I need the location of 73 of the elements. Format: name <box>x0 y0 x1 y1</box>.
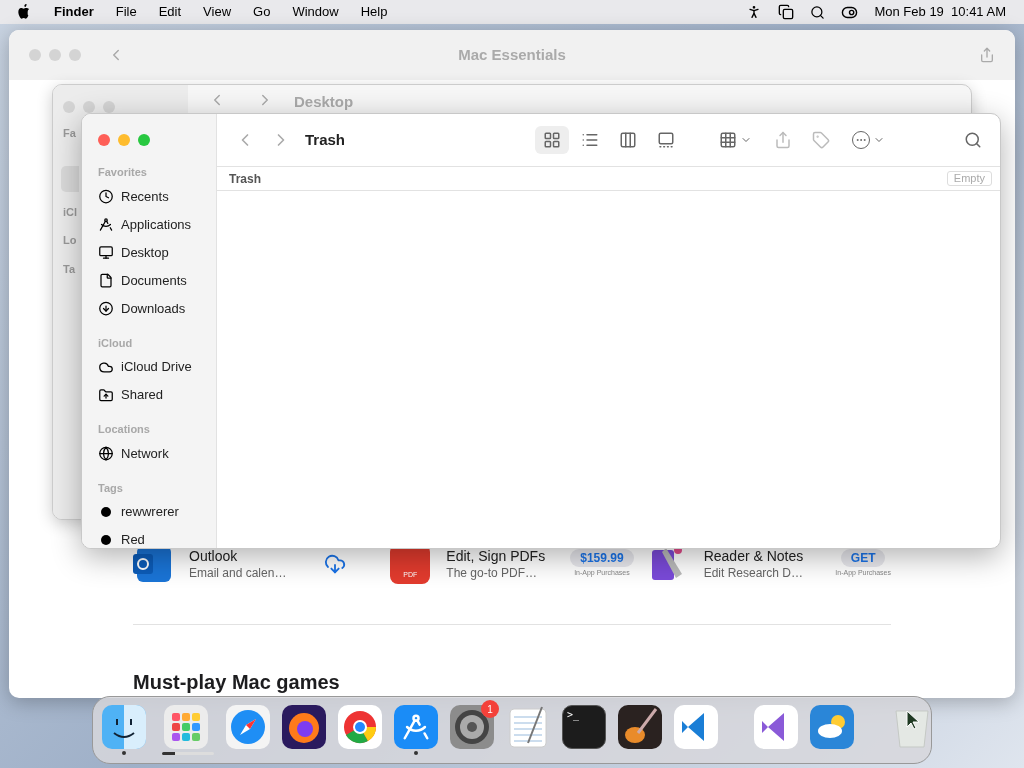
sidebar-heading: Fa <box>63 126 76 141</box>
sidebar-item[interactable]: Desktop <box>121 242 169 263</box>
grid-icon <box>543 131 562 149</box>
sidebar-item[interactable]: Network <box>121 443 169 464</box>
notification-badge: 1 <box>481 700 499 718</box>
sidebar-item[interactable]: iCloud Drive <box>121 357 192 377</box>
window-control[interactable] <box>98 134 110 146</box>
view-button[interactable] <box>535 126 570 154</box>
menu-item[interactable]: Window <box>292 2 339 22</box>
group-button[interactable] <box>719 131 753 149</box>
cloud-icon <box>98 359 114 375</box>
app-title[interactable]: Edit, Sign PDFs <box>446 547 546 565</box>
sidebar-heading: Tags <box>98 480 124 496</box>
drafting-icon[interactable] <box>394 705 438 749</box>
app-subtitle: Edit Research D… <box>703 565 804 581</box>
apple-logo-icon[interactable] <box>18 4 32 20</box>
download-icon[interactable] <box>324 553 347 575</box>
sidebar-heading: iCloud <box>98 335 134 351</box>
face-icon[interactable] <box>102 705 146 749</box>
path-label: Trash <box>229 170 261 188</box>
sidebar-item[interactable]: Recents <box>121 186 169 207</box>
wheel-icon[interactable] <box>338 705 382 749</box>
columns-icon <box>619 131 638 149</box>
window-title: Mac Essentials <box>457 44 567 65</box>
gear-icon[interactable] <box>450 705 494 749</box>
terminal-icon[interactable]: >_ <box>562 705 606 749</box>
window-title: Desktop <box>294 92 354 112</box>
notepad-icon[interactable] <box>506 705 550 749</box>
sidebar-item[interactable]: rewwrerer <box>121 502 179 522</box>
sidebar-item[interactable]: Red <box>121 530 145 548</box>
ribbon-icon[interactable] <box>674 705 718 749</box>
search-icon[interactable] <box>810 4 826 20</box>
sidebar-item[interactable]: Documents <box>121 270 187 291</box>
app-title[interactable]: Outlook <box>189 547 287 565</box>
sidebar-heading: Locations <box>98 422 151 437</box>
globe-icon <box>98 446 114 461</box>
menu-item[interactable]: File <box>115 2 137 22</box>
compass-icon[interactable] <box>226 705 270 749</box>
cloud-sun-icon[interactable] <box>810 705 854 749</box>
sidebar-item[interactable]: Downloads <box>121 298 186 319</box>
sidebar-heading: Favorites <box>98 165 148 180</box>
window-title: Trash <box>305 129 346 150</box>
download-icon <box>98 301 114 316</box>
guitar-icon[interactable] <box>618 705 662 749</box>
document-icon <box>98 273 114 288</box>
menu-clock[interactable]: Mon Feb 19 10:41 AM <box>874 2 1006 22</box>
grid-icon <box>719 131 738 149</box>
clock-icon <box>98 189 114 204</box>
menu-item[interactable]: Go <box>253 2 271 22</box>
drafting-compass-icon <box>98 217 114 232</box>
app-title[interactable]: Reader & Notes <box>703 547 804 565</box>
sidebar-item[interactable]: Applications <box>121 214 192 235</box>
fox-globe-icon[interactable] <box>282 705 326 749</box>
windows-icon[interactable] <box>778 4 795 20</box>
section-heading: Must-play Mac games <box>133 670 341 695</box>
folder-icon <box>98 387 114 403</box>
sidebar-heading: iCl <box>63 204 78 220</box>
menu-item[interactable]: View <box>203 2 232 22</box>
menu-item[interactable]: Edit <box>158 2 182 22</box>
list-icon <box>581 131 600 149</box>
app-grid-icon[interactable] <box>164 705 208 749</box>
menu-item[interactable]: Finder <box>54 2 94 22</box>
app-subtitle: The go-to PDF… <box>446 565 539 581</box>
sidebar-heading: Lo <box>63 233 77 248</box>
ribbon-icon[interactable] <box>754 705 798 749</box>
monitor-icon <box>98 245 114 260</box>
price-button[interactable]: GET <box>840 549 886 567</box>
sidebar-item[interactable]: Shared <box>121 385 163 405</box>
pointer-icon <box>906 710 920 730</box>
gallery-icon <box>657 131 676 149</box>
sidebar-heading: Ta <box>63 261 76 277</box>
app-subtitle: Email and calen… <box>189 565 287 581</box>
menu-item[interactable]: Help <box>360 2 388 22</box>
